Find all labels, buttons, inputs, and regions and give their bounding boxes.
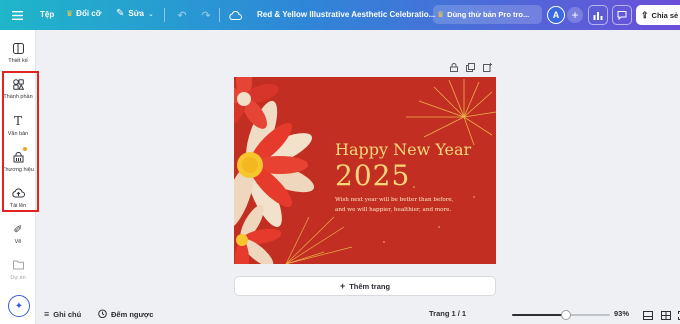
- divider: [219, 8, 220, 22]
- headline-text[interactable]: Happy New Year: [335, 140, 471, 159]
- sidebar-item-label: Dự án: [10, 275, 26, 281]
- comment-icon[interactable]: [612, 5, 632, 25]
- sidebar-item-projects[interactable]: Dự án: [0, 256, 36, 290]
- timer-label: Đếm ngược: [111, 310, 154, 319]
- add-page-button[interactable]: + Thêm trang: [234, 276, 496, 296]
- timer-button[interactable]: Đếm ngược: [98, 309, 153, 320]
- resize-button[interactable]: ♛ Đổi cỡ: [66, 9, 101, 18]
- highlight-annotation: [2, 71, 39, 212]
- pro-trial-button[interactable]: ♛ Dùng thử bản Pro tro...: [433, 5, 542, 24]
- crown-icon: ♛: [66, 9, 74, 18]
- pencil-icon: ✎: [116, 8, 125, 19]
- duplicate-icon[interactable]: [465, 62, 476, 73]
- zoom-slider-handle[interactable]: [560, 310, 571, 320]
- notes-icon: ≡: [44, 309, 50, 319]
- avatar[interactable]: A: [547, 6, 565, 24]
- top-toolbar: Tệp ♛ Đổi cỡ ✎ Sửa ⌄ ↶ ↷ Red & Yellow Il…: [0, 0, 680, 30]
- resize-label: Đổi cỡ: [76, 9, 102, 18]
- analytics-icon[interactable]: [588, 5, 608, 25]
- draw-icon: ✐: [13, 223, 23, 236]
- share-button[interactable]: ⇪ Chia sẻ: [636, 5, 680, 25]
- undo-icon[interactable]: ↶: [175, 8, 189, 22]
- sidebar-item-draw[interactable]: ✐ Vẽ: [0, 220, 36, 254]
- share-icon: ⇪: [641, 9, 649, 20]
- folder-icon: [11, 258, 25, 272]
- edit-menu[interactable]: ✎ Sửa ⌄: [116, 8, 154, 19]
- design-canvas[interactable]: Happy New Year 2025 Wish next year will …: [234, 77, 496, 264]
- bottom-toolbar: ≡ Ghi chú Đếm ngược Trang 1 / 1 93%: [36, 305, 680, 324]
- notes-label: Ghi chú: [53, 309, 82, 319]
- sidebar-item-label: Vẽ: [14, 239, 22, 245]
- magic-assistant-button[interactable]: ✦: [8, 295, 30, 317]
- page-indicator[interactable]: Trang 1 / 1: [429, 309, 466, 318]
- plus-icon: +: [339, 281, 346, 291]
- add-page-icon[interactable]: [482, 62, 493, 73]
- file-menu[interactable]: Tệp: [40, 10, 54, 19]
- wish-text[interactable]: Wish next year will be better than befor…: [335, 196, 453, 215]
- lock-icon[interactable]: [448, 62, 459, 73]
- timer-icon: [98, 309, 107, 320]
- layout-icon: [11, 41, 25, 55]
- fullscreen-icon[interactable]: [676, 309, 680, 321]
- add-page-label: Thêm trang: [349, 281, 391, 291]
- crown-icon: ♛: [437, 10, 445, 19]
- edit-label: Sửa: [128, 9, 144, 18]
- notes-button[interactable]: ≡ Ghi chú: [44, 309, 81, 319]
- wish-line: and we will happier, healthier, and more…: [335, 206, 452, 213]
- wish-line: Wish next year will be better than befor…: [335, 197, 454, 203]
- sidebar-item-label: Thiết kế: [8, 58, 28, 64]
- add-collaborator-icon[interactable]: +: [567, 7, 583, 23]
- zoom-slider[interactable]: [512, 310, 610, 320]
- year-text[interactable]: 2025: [335, 159, 410, 192]
- divider: [164, 8, 165, 22]
- sparkle-icon: ✦: [14, 300, 24, 312]
- sidebar-item-design[interactable]: Thiết kế: [0, 39, 36, 73]
- zoom-label[interactable]: 93%: [614, 309, 629, 318]
- zoom-slider-fill: [512, 314, 566, 316]
- chevron-down-icon: ⌄: [147, 10, 154, 18]
- share-label: Chia sẻ: [651, 10, 679, 20]
- pro-trial-label: Dùng thử bản Pro tro...: [447, 10, 530, 19]
- menu-icon[interactable]: [11, 9, 23, 21]
- notes-view-icon[interactable]: [642, 309, 654, 321]
- page-tools: [448, 62, 493, 73]
- redo-icon[interactable]: ↷: [199, 8, 213, 22]
- cloud-save-icon[interactable]: [228, 8, 242, 22]
- grid-view-icon[interactable]: [660, 309, 672, 321]
- document-title[interactable]: Red & Yellow Illustrative Aesthetic Cele…: [257, 10, 435, 19]
